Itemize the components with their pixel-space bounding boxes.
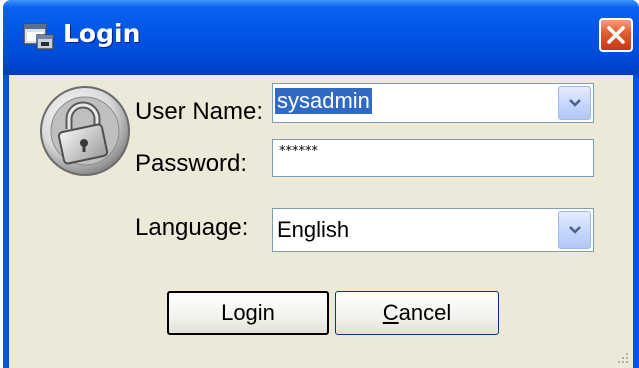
window-title: Login [63,19,141,48]
dialog-body: User Name: sysadmin Password: ****** Lan… [9,75,633,368]
chevron-down-icon [569,99,581,107]
language-label: Language: [135,214,249,241]
language-value: English [277,217,350,242]
login-button[interactable]: Login [167,291,329,335]
close-icon [607,26,625,44]
title-bar[interactable]: Login [3,0,639,75]
cancel-button[interactable]: Cancel [335,291,499,335]
password-value: ****** [279,144,318,159]
padlock-icon [40,86,130,176]
cancel-mnemonic: C [382,300,399,325]
language-dropdown-button[interactable] [558,211,591,249]
username-label: User Name: [135,98,264,125]
cancel-label: ancel [398,300,452,325]
password-label: Password: [135,150,248,177]
login-dialog: Login User Name: sysadmin Password: ****… [3,0,639,368]
app-window-icon [23,23,54,50]
username-combobox[interactable]: sysadmin [272,83,594,123]
close-button[interactable] [599,18,633,52]
username-value[interactable]: sysadmin [275,88,372,114]
password-field[interactable]: ****** [272,139,594,177]
language-select[interactable]: English [272,208,594,252]
chevron-down-icon [569,226,581,234]
resize-grip[interactable] [615,350,629,364]
username-dropdown-button[interactable] [558,86,591,120]
